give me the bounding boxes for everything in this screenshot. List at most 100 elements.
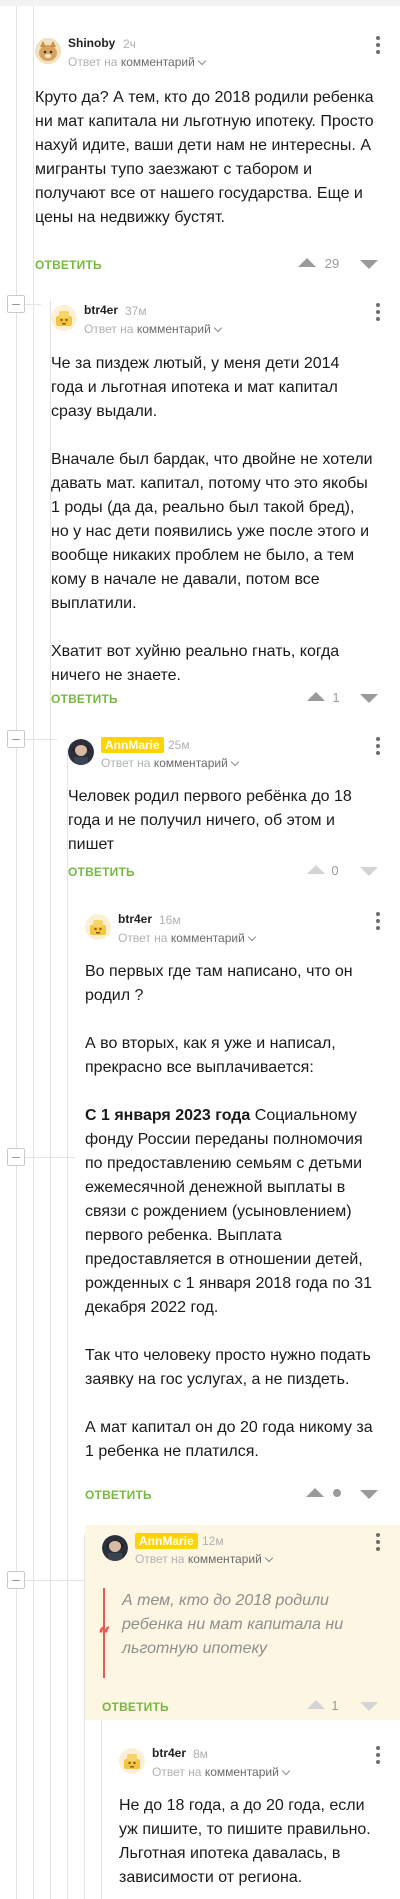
more-vertical-icon[interactable] [376, 737, 380, 755]
reply-to-line: Ответ на комментарий [101, 756, 240, 770]
more-vertical-icon[interactable] [376, 36, 380, 54]
arrow-down-icon[interactable] [360, 867, 378, 876]
author-name[interactable]: btr4er [152, 1746, 186, 1760]
reply-to-line: Ответ на комментарий [152, 1765, 291, 1779]
comment-time: 12м [202, 1534, 224, 1548]
arrow-down-icon[interactable] [360, 1490, 378, 1499]
vote-score: 1 [332, 690, 340, 705]
vote-dot [333, 1489, 341, 1497]
more-vertical-icon[interactable] [376, 303, 380, 321]
reply-button[interactable]: ОТВЕТИТЬ [68, 865, 135, 879]
comment-time: 2ч [123, 37, 136, 51]
chevron-down-icon[interactable] [281, 1766, 291, 1776]
reply-to-line: Ответ на комментарий [68, 55, 207, 69]
quote-icon: “ [98, 1623, 111, 1649]
reply-to-line: Ответ на комментарий [84, 322, 223, 336]
thread-connector [25, 1157, 75, 1158]
comment-time: 8м [193, 1747, 208, 1761]
reply-target-link[interactable]: комментарий [188, 1552, 262, 1566]
comment: AnnMarie 25м Ответ на комментарий Челове… [68, 735, 390, 885]
thread-connector [25, 739, 57, 740]
collapse-thread-button[interactable] [7, 1148, 25, 1166]
quoted-text: А тем, кто до 2018 родили ребенка ни мат… [122, 1592, 344, 1657]
comment-text: Так что человеку просто нужно подать зая… [85, 1347, 371, 1388]
reply-prefix: Ответ на [135, 1552, 185, 1566]
chevron-down-icon[interactable] [213, 323, 223, 333]
reply-prefix: Ответ на [84, 322, 134, 336]
avatar[interactable] [35, 38, 61, 64]
comment-time: 37м [125, 304, 147, 318]
reply-button[interactable]: ОТВЕТИТЬ [35, 258, 102, 272]
comment-time: 25м [168, 738, 190, 752]
comment: AnnMarie 12м Ответ на комментарий “ А те… [98, 1531, 390, 1716]
vote-score: 1 [331, 1698, 339, 1713]
comment-text-span: Социальному фонду России переданы полном… [85, 1107, 373, 1316]
author-name[interactable]: btr4er [84, 303, 118, 317]
thread-line [67, 748, 68, 1899]
reply-to-line: Ответ на комментарий [135, 1552, 274, 1566]
comment-text: А мат капитал он до 20 года никому за 1 … [85, 1419, 373, 1460]
arrow-down-icon[interactable] [360, 694, 378, 703]
comment-text: А во вторых, как я уже и написал, прекра… [85, 1035, 336, 1076]
comment-text: Че за пиздеж лютый, у меня дети 2014 год… [51, 355, 340, 420]
comment-text: Во первых где там написано, что он родил… [85, 963, 353, 1004]
reply-target-link[interactable]: комментарий [205, 1765, 279, 1779]
comment-text: Не до 18 года, а до 20 года, если уж пиш… [119, 1797, 371, 1886]
comment: btr4er 37м Ответ на комментарий Че за пи… [51, 301, 390, 721]
reply-button[interactable]: ОТВЕТИТЬ [85, 1488, 152, 1502]
comment-text: Вначале был бардак, что двойне не хотели… [51, 451, 373, 612]
bold-date: С 1 января 2023 года [85, 1107, 251, 1124]
reply-target-link[interactable]: комментарий [154, 756, 228, 770]
author-name[interactable]: AnnMarie [101, 737, 164, 753]
chevron-down-icon[interactable] [230, 757, 240, 767]
reply-button[interactable]: ОТВЕТИТЬ [51, 692, 118, 706]
reply-prefix: Ответ на [118, 931, 168, 945]
more-vertical-icon[interactable] [376, 1533, 380, 1551]
reply-target-link[interactable]: комментарий [137, 322, 211, 336]
thread-line [16, 6, 17, 1899]
reply-prefix: Ответ на [152, 1765, 202, 1779]
reply-prefix: Ответ на [101, 756, 151, 770]
chevron-down-icon[interactable] [197, 56, 207, 66]
top-divider [0, 0, 400, 6]
avatar[interactable] [68, 739, 94, 765]
chevron-down-icon[interactable] [247, 932, 257, 942]
collapse-thread-button[interactable] [7, 295, 25, 313]
author-name[interactable]: btr4er [118, 912, 152, 926]
thread-connector [25, 304, 41, 305]
collapse-thread-button[interactable] [7, 730, 25, 748]
vote-score: 0 [331, 863, 339, 878]
avatar[interactable] [85, 914, 111, 940]
reply-target-link[interactable]: комментарий [171, 931, 245, 945]
collapse-thread-button[interactable] [7, 1571, 25, 1589]
avatar[interactable] [102, 1535, 128, 1561]
reply-button[interactable]: ОТВЕТИТЬ [102, 1700, 169, 1714]
more-vertical-icon[interactable] [376, 1746, 380, 1764]
comment-text: Человек родил первого ребёнка до 18 года… [68, 788, 352, 853]
arrow-down-icon[interactable] [360, 1702, 378, 1711]
comment-text: С 1 января 2023 года Социальному фонду Р… [85, 1104, 375, 1320]
reply-target-link[interactable]: комментарий [121, 55, 195, 69]
more-vertical-icon[interactable] [376, 912, 380, 930]
comment: btr4er 8м Ответ на комментарий Не до 18 … [119, 1744, 390, 1899]
arrow-up-icon[interactable] [298, 258, 316, 267]
comment-text: Хватит вот хуйню реально гнать, когда ни… [51, 643, 340, 684]
comment-time: 16м [159, 913, 181, 927]
comment-body: Во первых где там написано, что он родил… [85, 960, 375, 1464]
arrow-down-icon[interactable] [360, 260, 378, 269]
thread-line [101, 1720, 102, 1899]
reply-prefix: Ответ на [68, 55, 118, 69]
avatar[interactable] [51, 305, 77, 331]
arrow-up-icon[interactable] [306, 1488, 324, 1497]
avatar[interactable] [119, 1748, 145, 1774]
chevron-down-icon[interactable] [264, 1553, 274, 1563]
thread-line [33, 6, 34, 1899]
comment-body: Че за пиздеж лютый, у меня дети 2014 год… [51, 352, 373, 688]
author-name[interactable]: AnnMarie [135, 1533, 198, 1549]
thread-connector [25, 1580, 93, 1581]
author-name[interactable]: Shinoby [68, 36, 115, 50]
vote-score: 29 [324, 256, 340, 271]
comment: btr4er 16м Ответ на комментарий Во первы… [85, 910, 390, 1510]
comment-body: Круто да? А тем, кто до 2018 родили ребе… [35, 86, 375, 230]
comment-body: Человек родил первого ребёнка до 18 года… [68, 785, 374, 857]
